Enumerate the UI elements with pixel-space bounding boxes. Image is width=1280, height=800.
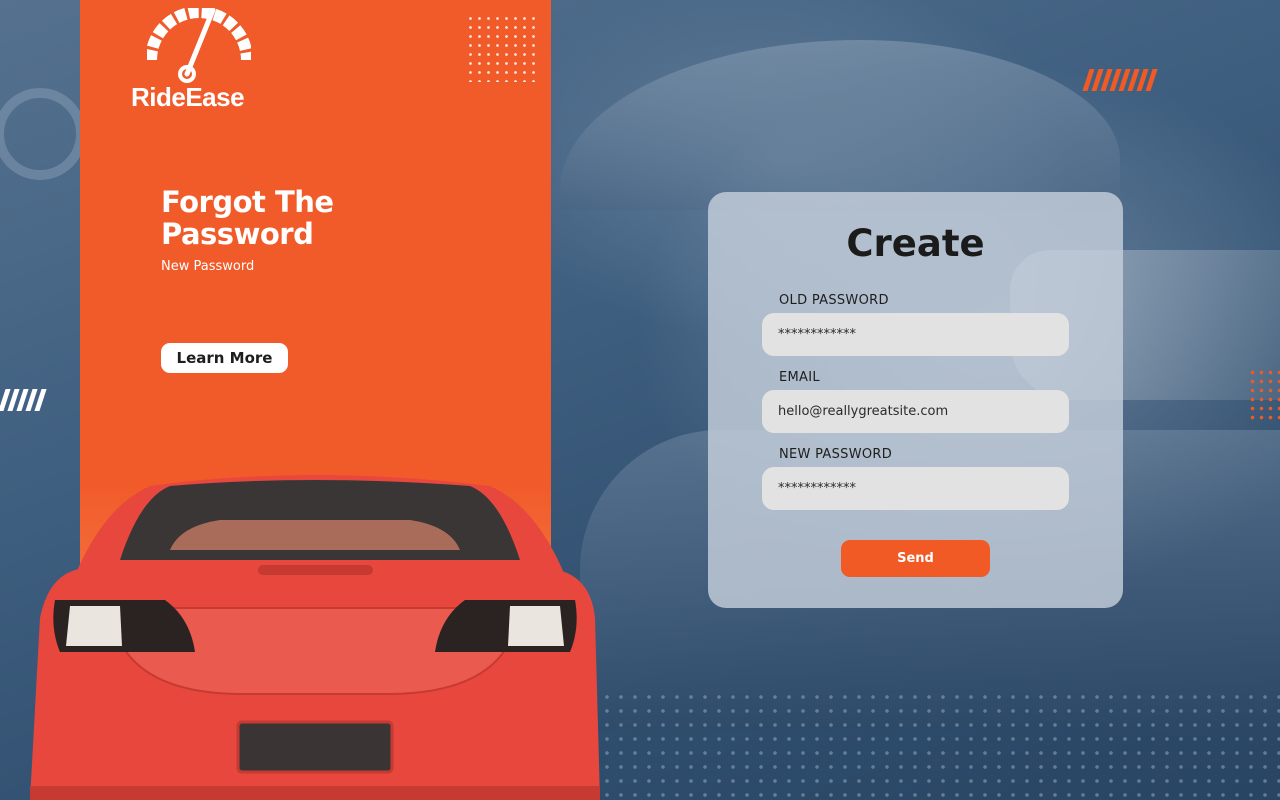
form-title: Create <box>846 222 985 265</box>
send-button[interactable]: Send <box>841 540 990 577</box>
email-label: EMAIL <box>779 370 820 385</box>
new-password-label: NEW PASSWORD <box>779 447 893 462</box>
hero-subtitle: New Password <box>161 259 255 274</box>
email-field[interactable] <box>762 390 1069 433</box>
speedometer-icon <box>147 8 251 83</box>
background-wheel <box>0 88 86 180</box>
dot-pattern-right <box>1248 368 1280 424</box>
dot-pattern-panel <box>466 14 538 82</box>
hero-title: Forgot The Password <box>161 185 334 251</box>
stripes-decoration-left <box>0 389 47 411</box>
old-password-field[interactable] <box>762 313 1069 356</box>
brand-logo-text: RideEase <box>131 82 245 112</box>
background-car-roof <box>560 40 1120 210</box>
learn-more-button[interactable]: Learn More <box>161 343 288 373</box>
new-password-field[interactable] <box>762 467 1069 510</box>
car-illustration <box>30 475 600 800</box>
dot-pattern-bottom <box>600 690 1280 800</box>
old-password-label: OLD PASSWORD <box>779 293 889 308</box>
stripes-decoration-top <box>1082 69 1158 91</box>
